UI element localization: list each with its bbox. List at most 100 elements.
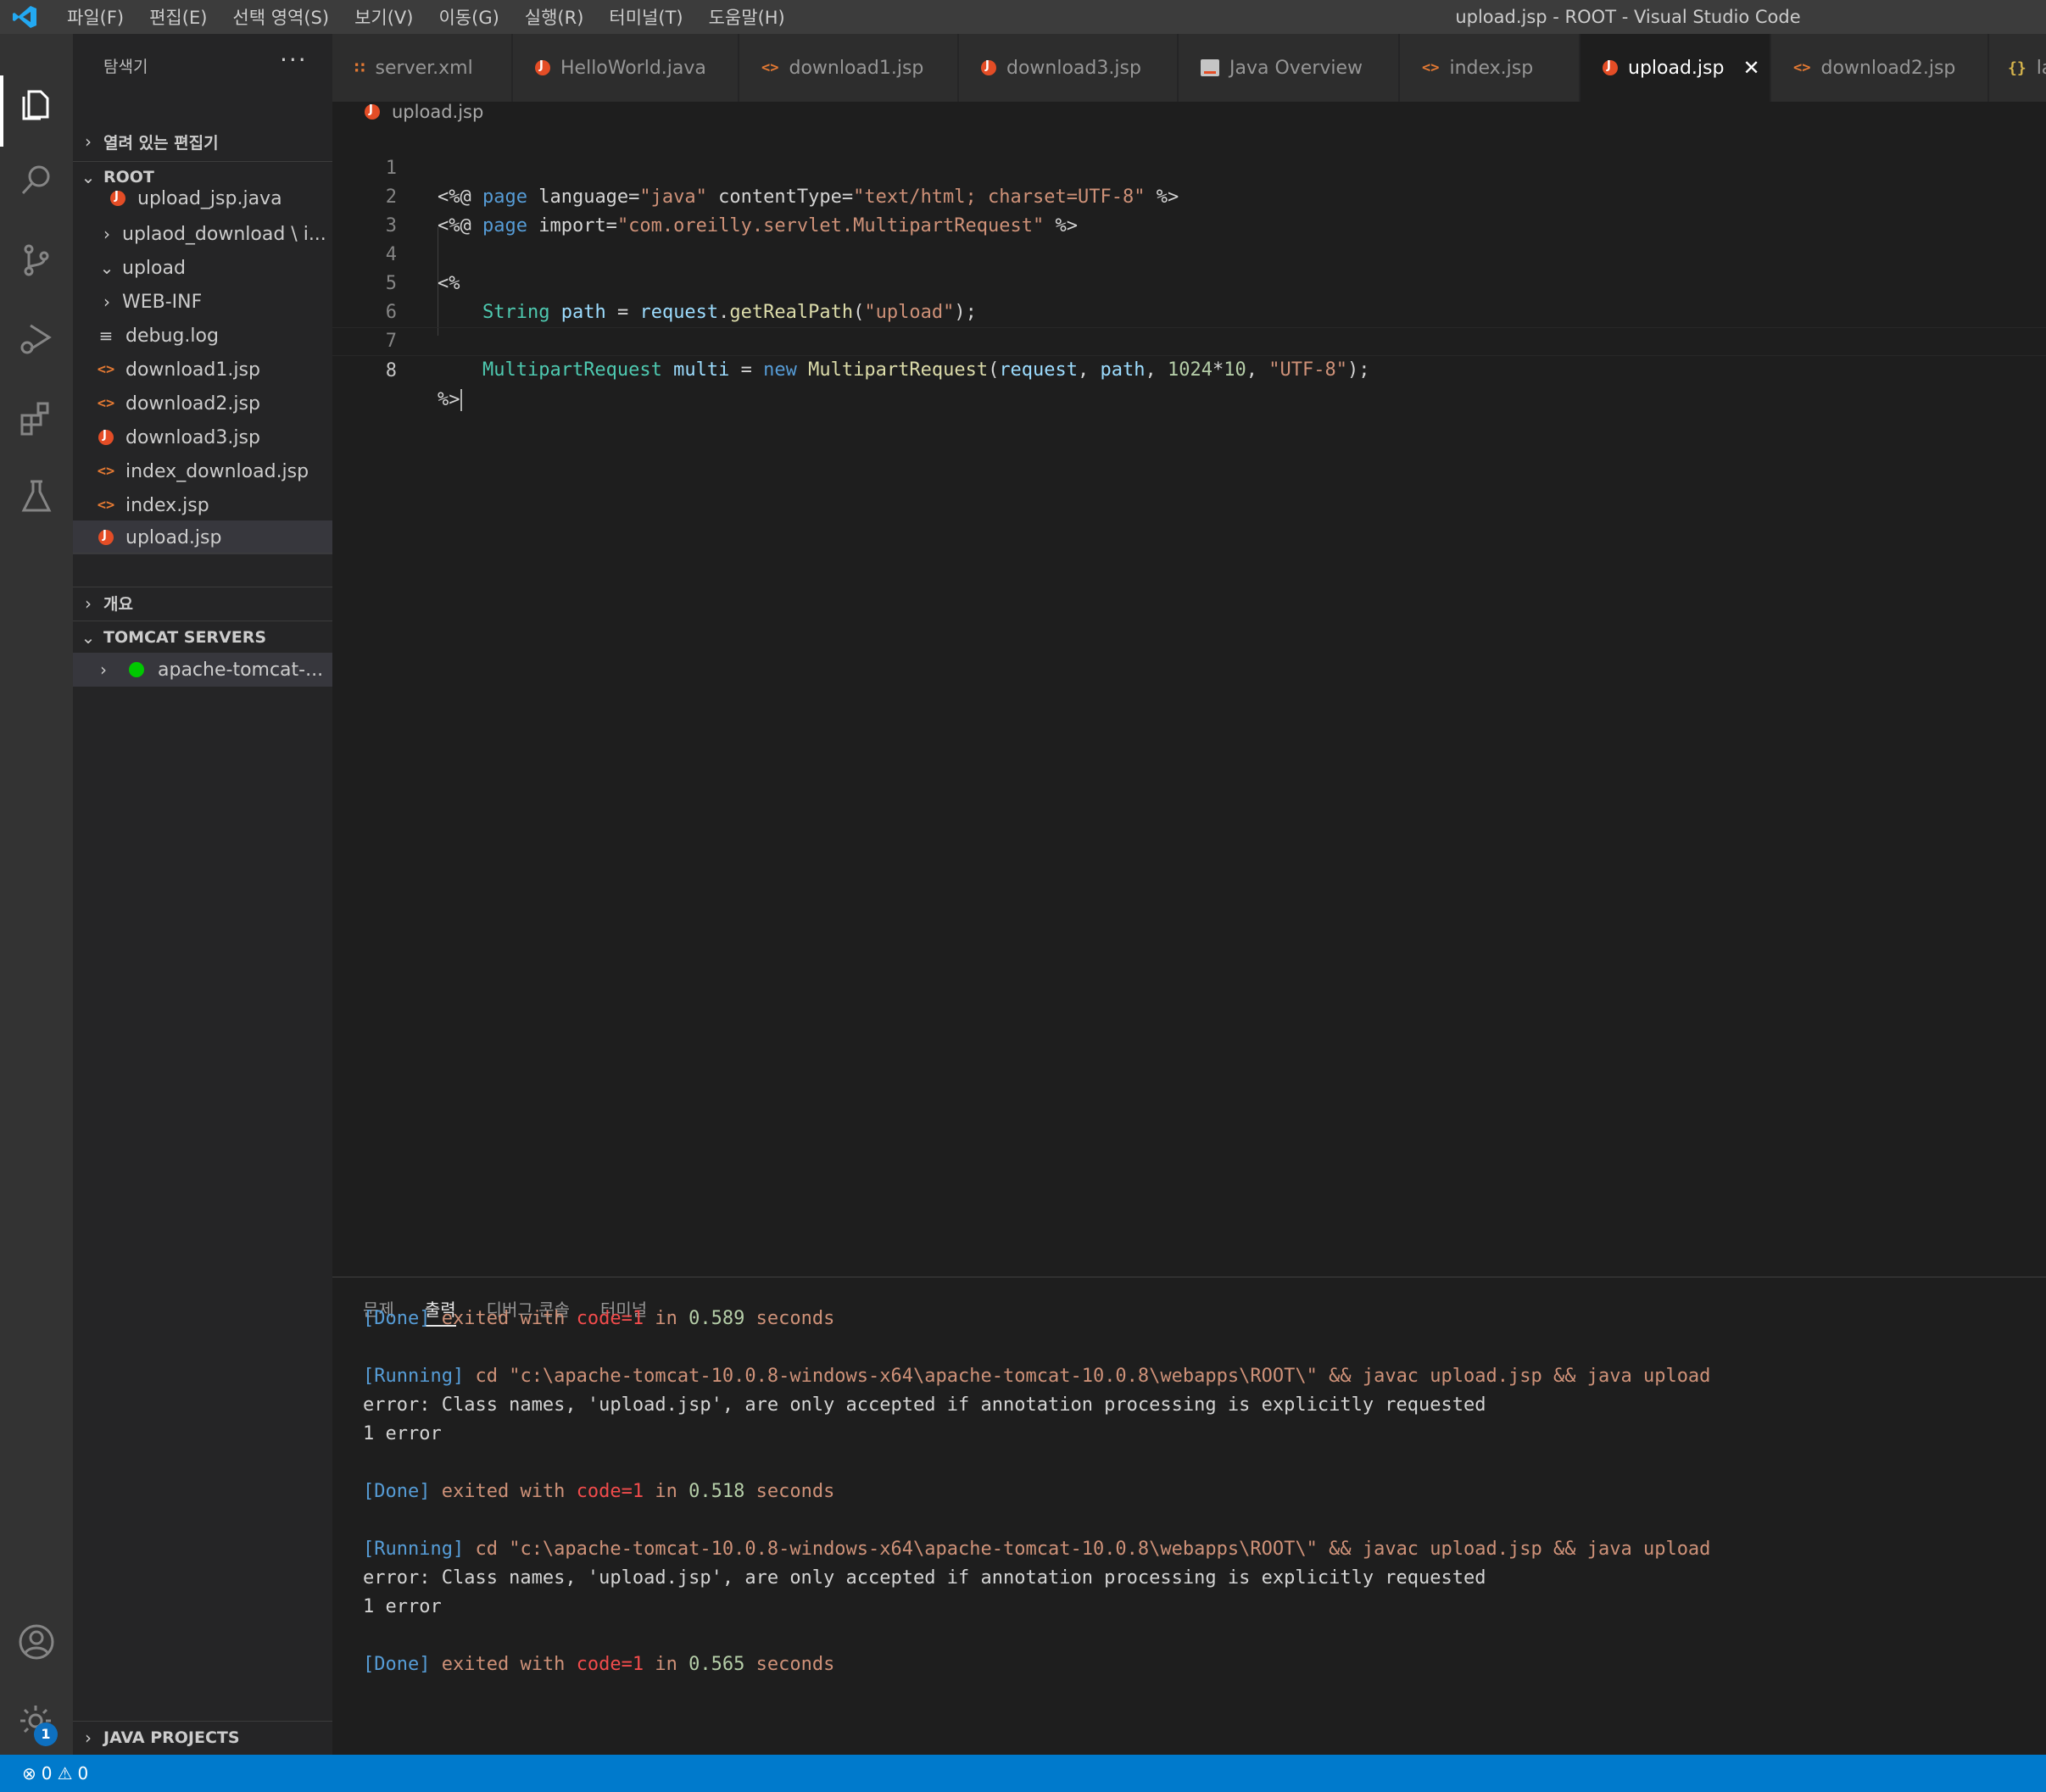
tree-item-upload-folder[interactable]: ⌄ upload — [73, 251, 332, 285]
close-tab-icon[interactable]: ✕ — [1742, 56, 1759, 80]
menu-file[interactable]: 파일(F) — [54, 4, 137, 30]
problems-status[interactable]: ⊗ 0 ⚠ 0 — [22, 1763, 93, 1784]
jsp-icon: <> — [97, 361, 115, 378]
explorer-title: 탐색기 — [103, 58, 148, 76]
code-line: 3 — [332, 183, 2046, 237]
section-tomcat-servers[interactable]: ⌄ TOMCAT SERVERS — [73, 621, 332, 653]
code-line-current: 8 %> — [332, 327, 2046, 411]
menu-help[interactable]: 도움말(H) — [696, 4, 798, 30]
error-count: 0 — [41, 1763, 53, 1784]
section-outline[interactable]: › 개요 — [73, 587, 332, 619]
tree-item-index-download[interactable]: <> index_download.jsp — [73, 454, 332, 488]
tab-server-xml[interactable]: ∷ server.xml — [332, 34, 512, 102]
tab-index-jsp[interactable]: <> index.jsp — [1400, 34, 1580, 102]
tab-label: HelloWorld.java — [560, 57, 706, 79]
section-open-editors[interactable]: › 열려 있는 편집기 — [73, 125, 332, 158]
warning-count: 0 — [77, 1763, 89, 1784]
tree-item-upload-jsp[interactable]: upload.jsp — [73, 520, 332, 554]
tab-label: download1.jsp — [789, 57, 924, 79]
tree-item-label: upload.jsp — [125, 526, 222, 548]
menu-selection[interactable]: 선택 영역(S) — [220, 4, 342, 30]
output-log[interactable]: [Done] exited with code=1 in 0.589 secon… — [363, 1305, 2025, 1679]
explorer-icon[interactable] — [12, 78, 61, 127]
tree-item-download3[interactable]: download3.jsp — [73, 420, 332, 454]
tree-item-download1[interactable]: <> download1.jsp — [73, 353, 332, 387]
vscode-logo-icon — [13, 6, 36, 28]
tree-item-label: WEB-INF — [122, 291, 203, 313]
output-line: [Running] cd "c:\apache-tomcat-10.0.8-wi… — [363, 1539, 1711, 1560]
tab-helloworld-java[interactable]: HelloWorld.java — [513, 34, 739, 102]
code-line: 6 — [332, 270, 2046, 323]
tree-item-upload-jsp-java[interactable]: upload_jsp.java — [73, 183, 332, 214]
tree-item-download2[interactable]: <> download2.jsp — [73, 387, 332, 420]
testing-flask-icon[interactable] — [12, 471, 61, 520]
java-icon — [93, 529, 119, 545]
tab-download3-jsp[interactable]: download3.jsp — [959, 34, 1178, 102]
tomcat-server-item[interactable]: › apache-tomcat-... — [73, 653, 332, 687]
tab-java-overview[interactable]: Java Overview — [1179, 34, 1399, 102]
output-line: [Done] exited with code=1 in 0.518 secon… — [363, 1481, 835, 1502]
code-line: 5 String path = request.getRealPath("upl… — [332, 241, 2046, 323]
tab-label: Java Overview — [1229, 57, 1363, 79]
tab-label: upload.jsp — [1628, 57, 1725, 79]
java-icon — [1603, 59, 1618, 75]
run-debug-icon[interactable] — [12, 314, 61, 363]
xml-icon: ∷ — [354, 58, 365, 77]
tree-item-index[interactable]: <> index.jsp — [73, 488, 332, 522]
menu-edit[interactable]: 편집(E) — [137, 4, 220, 30]
server-running-icon — [129, 662, 144, 677]
more-actions-icon[interactable]: ··· — [280, 46, 308, 74]
account-icon[interactable] — [12, 1617, 61, 1667]
tree-item-label: upload_jsp.java — [137, 187, 282, 209]
explorer-header: 탐색기 ··· — [73, 34, 332, 95]
menu-bar: 파일(F) 편집(E) 선택 영역(S) 보기(V) 이동(G) 실행(R) 터… — [54, 0, 798, 34]
error-icon: ⊗ — [22, 1763, 36, 1784]
output-line: error: Class names, 'upload.jsp', are on… — [363, 1567, 1486, 1589]
active-indicator — [0, 75, 3, 147]
tree-item-web-inf[interactable]: › WEB-INF — [73, 285, 332, 319]
tomcat-server-label: apache-tomcat-... — [158, 659, 324, 681]
section-java-projects[interactable]: › JAVA PROJECTS — [73, 1721, 332, 1753]
tab-label: index.jsp — [1449, 57, 1534, 79]
menu-view[interactable]: 보기(V) — [342, 4, 426, 30]
breadcrumb-file: upload.jsp — [392, 102, 484, 122]
code-line: 1 <%@ page language="java" contentType="… — [332, 125, 2046, 208]
tree-item-debug-log[interactable]: ≡ debug.log — [73, 319, 332, 353]
output-line: [Done] exited with code=1 in 0.565 secon… — [363, 1654, 835, 1675]
tab-label: download3.jsp — [1006, 57, 1141, 79]
line-number: 8 — [385, 360, 397, 381]
tree-item-label: index.jsp — [125, 494, 209, 516]
search-icon[interactable] — [12, 156, 61, 205]
tab-download2-jsp[interactable]: <> download2.jsp — [1771, 34, 1988, 102]
tree-item-uplaod-download[interactable]: › uplaod_download \ i... — [73, 217, 332, 251]
chevron-right-icon: › — [85, 1727, 92, 1748]
code-line: 7 MultipartRequest multi = new Multipart… — [332, 298, 2046, 381]
chevron-right-icon: › — [85, 593, 92, 614]
menu-go[interactable]: 이동(G) — [426, 4, 511, 30]
extensions-icon[interactable] — [12, 393, 61, 442]
tab-upload-jsp[interactable]: upload.jsp ✕ — [1580, 34, 1770, 102]
tab-download1-jsp[interactable]: <> download1.jsp — [739, 34, 958, 102]
menu-run[interactable]: 실행(R) — [512, 4, 597, 30]
breadcrumb[interactable]: upload.jsp — [332, 102, 2046, 122]
chevron-right-icon: › — [103, 224, 110, 244]
code-editor[interactable]: 1 <%@ page language="java" contentType="… — [332, 125, 2046, 1275]
status-bar: ⊗ 0 ⚠ 0 — [0, 1755, 2046, 1792]
divider — [73, 553, 332, 554]
text-cursor — [460, 389, 462, 411]
output-line: error: Class names, 'upload.jsp', are on… — [363, 1394, 1486, 1416]
source-control-icon[interactable] — [12, 236, 61, 285]
code-line: 2 <%@ page import="com.oreilly.servlet.M… — [332, 154, 2046, 237]
chevron-right-icon: › — [85, 131, 92, 152]
settings-gear-icon[interactable]: 1 — [12, 1697, 61, 1746]
explorer-sidebar: 탐색기 ··· › 열려 있는 편집기 ⌄ ROOT upload_jsp.ja… — [73, 34, 332, 1755]
java-icon — [981, 59, 996, 75]
tab-json-partial[interactable]: {} la — [1989, 34, 2046, 102]
jsp-icon: <> — [761, 59, 779, 76]
menu-terminal[interactable]: 터미널(T) — [596, 4, 695, 30]
jsp-icon: <> — [97, 395, 115, 412]
tree-item-label: uplaod_download \ i... — [122, 223, 326, 245]
